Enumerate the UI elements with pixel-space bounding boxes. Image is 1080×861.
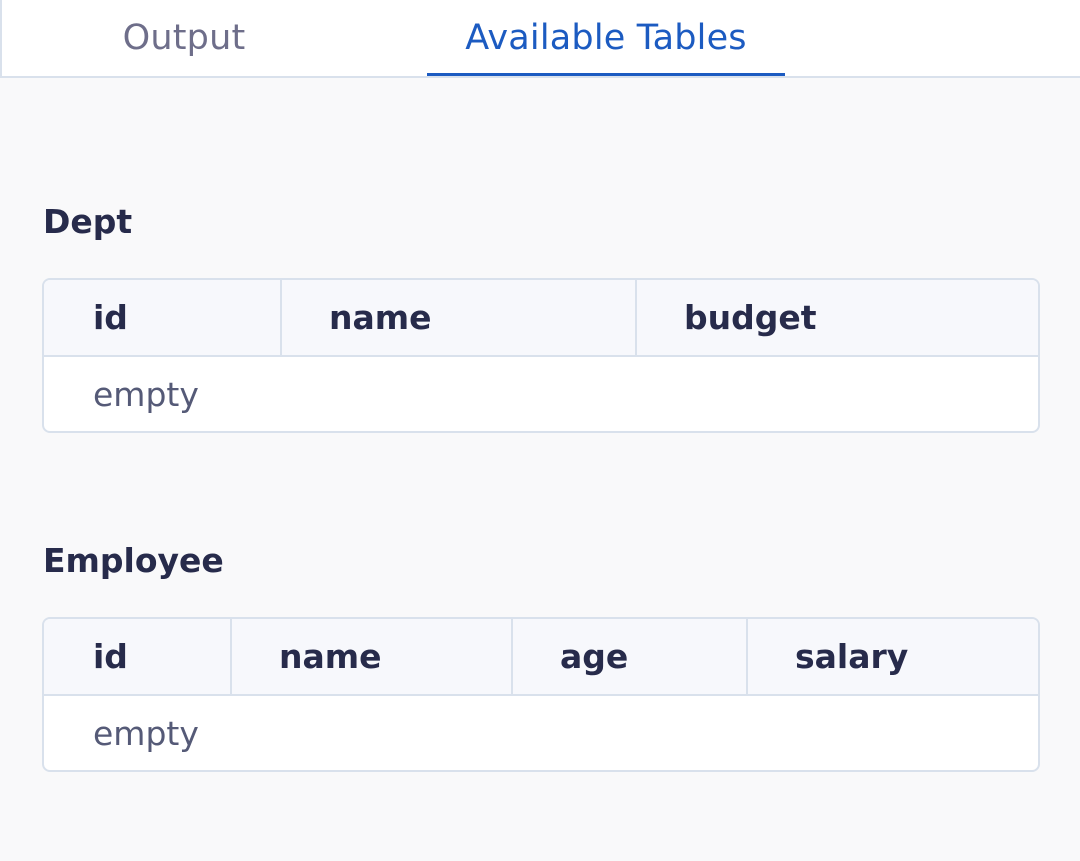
column-header-salary: salary: [795, 637, 909, 676]
table-title-dept: Dept: [43, 202, 133, 241]
table-header-row: id name budget: [44, 280, 1038, 357]
column-header-name: name: [279, 637, 382, 676]
dept-table: id name budget empty: [42, 278, 1040, 433]
active-tab-indicator: [427, 73, 785, 76]
tab-bar: Output Available Tables: [0, 0, 1080, 78]
column-header-name: name: [329, 298, 432, 337]
empty-row-text: empty: [93, 374, 199, 414]
employee-table: id name age salary empty: [42, 617, 1040, 772]
column-divider: [280, 280, 282, 355]
tab-available-tables[interactable]: Available Tables: [427, 0, 785, 76]
column-divider: [230, 619, 232, 694]
column-header-id: id: [93, 637, 128, 676]
empty-row-text: empty: [93, 713, 199, 753]
column-divider: [746, 619, 748, 694]
column-header-age: age: [560, 637, 629, 676]
column-divider: [511, 619, 513, 694]
column-header-budget: budget: [684, 298, 817, 337]
table-title-employee: Employee: [43, 541, 224, 580]
column-divider: [635, 280, 637, 355]
column-header-id: id: [93, 298, 128, 337]
tab-output[interactable]: Output: [64, 0, 304, 76]
table-header-row: id name age salary: [44, 619, 1038, 696]
